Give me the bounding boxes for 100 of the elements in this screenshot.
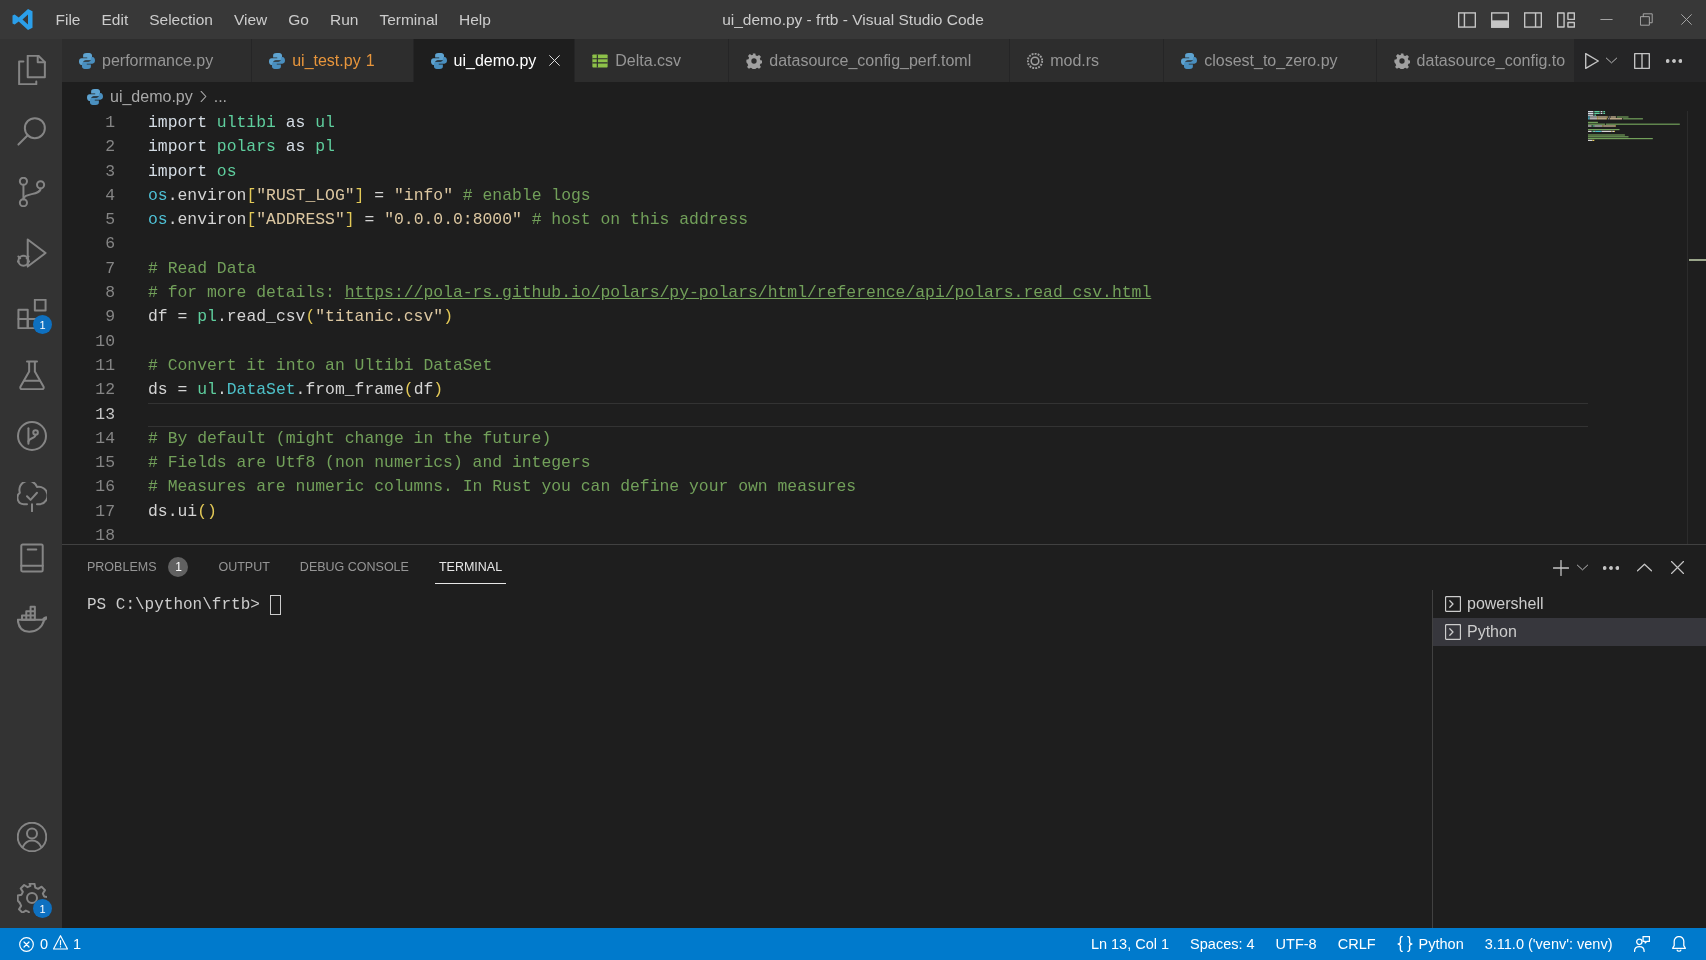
- editor-tab[interactable]: closest_to_zero.py: [1164, 39, 1377, 82]
- run-debug-icon[interactable]: [17, 237, 47, 268]
- shell-list-item[interactable]: Python: [1433, 618, 1706, 646]
- line-number: 18: [95, 525, 115, 544]
- code-line: # Read Data: [148, 258, 257, 278]
- layout-right-icon[interactable]: [1523, 10, 1542, 29]
- status-item[interactable]: UTF-8: [1265, 928, 1328, 960]
- device-icon[interactable]: [17, 542, 47, 573]
- language-status[interactable]: Python: [1386, 928, 1475, 960]
- editor-tab[interactable]: datasource_config.to: [1376, 39, 1574, 82]
- logo-icon[interactable]: [12, 9, 33, 30]
- shell-list-item[interactable]: powershell: [1433, 590, 1706, 618]
- code-line: ds.ui(): [148, 501, 217, 521]
- search-icon[interactable]: [17, 115, 47, 146]
- gear-icon: [1393, 52, 1410, 69]
- branch-circle-icon[interactable]: [17, 420, 47, 451]
- chevron-down-icon[interactable]: [1577, 562, 1588, 573]
- feedback-icon[interactable]: [1633, 936, 1650, 952]
- line-number: 5: [105, 209, 115, 232]
- table-icon: [592, 52, 609, 69]
- warning-icon: [53, 935, 69, 950]
- line-number: 15: [95, 452, 115, 475]
- code-link[interactable]: https://pola-rs.github.io/polars/py-polars/html/reference/api/polars.read_csv.html: [344, 283, 1152, 303]
- count-badge: 1: [168, 557, 189, 577]
- chevron-right-icon: [197, 91, 209, 102]
- ring-icon: [1027, 52, 1044, 69]
- error-icon: [19, 936, 34, 952]
- line-number: 7: [105, 257, 115, 280]
- terminal-icon: [1445, 596, 1461, 612]
- line-number: 8: [105, 282, 115, 305]
- code-line: # Fields are Utf8 (non numerics) and integers: [148, 453, 591, 473]
- menu-item[interactable]: Help: [459, 10, 491, 29]
- panel-tab[interactable]: OUTPUT: [214, 551, 274, 584]
- editor-tab[interactable]: performance.py: [62, 39, 253, 82]
- layout-left-icon[interactable]: [1457, 10, 1476, 29]
- menu-item[interactable]: Go: [288, 10, 309, 29]
- code-line: os.environ["ADDRESS"] = "0.0.0.0:8000" # host on this address: [148, 210, 749, 230]
- line-number: 14: [95, 427, 115, 450]
- panel-tab[interactable]: PROBLEMS 1: [83, 551, 193, 584]
- line-number: 6: [105, 233, 115, 256]
- layout-grid-icon[interactable]: [1556, 10, 1575, 29]
- count-badge: 1: [33, 899, 52, 918]
- status-item[interactable]: CRLF: [1327, 928, 1387, 960]
- status-item[interactable]: Ln 13, Col 1: [1080, 928, 1180, 960]
- python-icon: [430, 52, 447, 69]
- editor-tab[interactable]: ui_demo.py: [413, 39, 576, 82]
- panel-tab[interactable]: DEBUG CONSOLE: [295, 551, 413, 584]
- split-editor-icon[interactable]: [1633, 51, 1651, 70]
- terminal-icon: [1445, 624, 1461, 640]
- code-line: # Measures are numeric columns. In Rust you can define your own measures: [148, 477, 857, 497]
- status-item[interactable]: Spaces: 4: [1179, 928, 1266, 960]
- close-icon[interactable]: [1671, 561, 1684, 574]
- python-icon: [1181, 52, 1198, 69]
- line-number: 1: [105, 112, 115, 134]
- extensions-icon[interactable]: [17, 298, 47, 329]
- python-icon: [79, 52, 95, 69]
- problems-status[interactable]: 0 1: [11, 928, 90, 960]
- play-icon[interactable]: [1584, 52, 1600, 69]
- line-number: 12: [95, 379, 115, 402]
- line-number: 9: [105, 306, 115, 329]
- menu-item[interactable]: Terminal: [379, 10, 438, 29]
- branch-icon[interactable]: [17, 176, 47, 207]
- bell-icon[interactable]: [1670, 936, 1687, 952]
- whale-icon[interactable]: [17, 603, 47, 634]
- braces-icon: [1396, 936, 1413, 952]
- tree-check-icon[interactable]: [17, 481, 47, 512]
- terminal-cursor: [269, 595, 281, 615]
- terminal-prompt: PS C:\python\frtb>: [87, 595, 260, 615]
- minimap[interactable]: [1588, 111, 1681, 144]
- menu-item[interactable]: File: [55, 10, 81, 29]
- panel-tab[interactable]: TERMINAL: [434, 551, 507, 584]
- editor-tab[interactable]: mod.rs: [1010, 39, 1165, 82]
- line-number: 16: [95, 476, 115, 499]
- code-line: os.environ["RUST_LOG"] = "info" # enable logs: [148, 185, 591, 205]
- restore-icon[interactable]: [1639, 13, 1653, 26]
- line-number: 10: [95, 330, 115, 353]
- gear-icon[interactable]: [17, 882, 47, 913]
- menu-item[interactable]: Edit: [101, 10, 129, 29]
- count-badge: 1: [33, 315, 52, 334]
- breadcrumb-item[interactable]: ...: [213, 87, 228, 106]
- editor-tab[interactable]: datasource_config_perf.toml: [729, 39, 1011, 82]
- flask-icon[interactable]: [17, 359, 47, 390]
- editor-tab[interactable]: Delta.csv: [575, 39, 730, 82]
- breadcrumb-item[interactable]: ui_demo.py: [87, 87, 193, 106]
- menu-item[interactable]: Selection: [149, 10, 213, 29]
- menu-item[interactable]: View: [233, 10, 268, 29]
- plus-icon[interactable]: [1553, 559, 1569, 576]
- layout-bottom-icon[interactable]: [1490, 10, 1509, 29]
- code-line: # for more details: https://pola-rs.github.io/polars/py-polars/html/reference/api/polars.read_csv.html: [148, 283, 1152, 303]
- chevron-down-icon[interactable]: [1606, 55, 1617, 66]
- python-icon: [269, 52, 286, 69]
- code-line: import polars as pl: [148, 137, 335, 157]
- editor-tab[interactable]: ui_test.py 1: [252, 39, 414, 82]
- account-icon[interactable]: [17, 821, 47, 852]
- line-number: 17: [95, 500, 115, 523]
- code-line: ds = ul.DataSet.from_frame(df): [148, 380, 444, 400]
- line-number: 11: [95, 354, 115, 377]
- menu-item[interactable]: Run: [330, 10, 359, 29]
- status-item[interactable]: 3.11.0 ('venv': venv): [1474, 928, 1623, 960]
- files-icon[interactable]: [17, 54, 47, 85]
